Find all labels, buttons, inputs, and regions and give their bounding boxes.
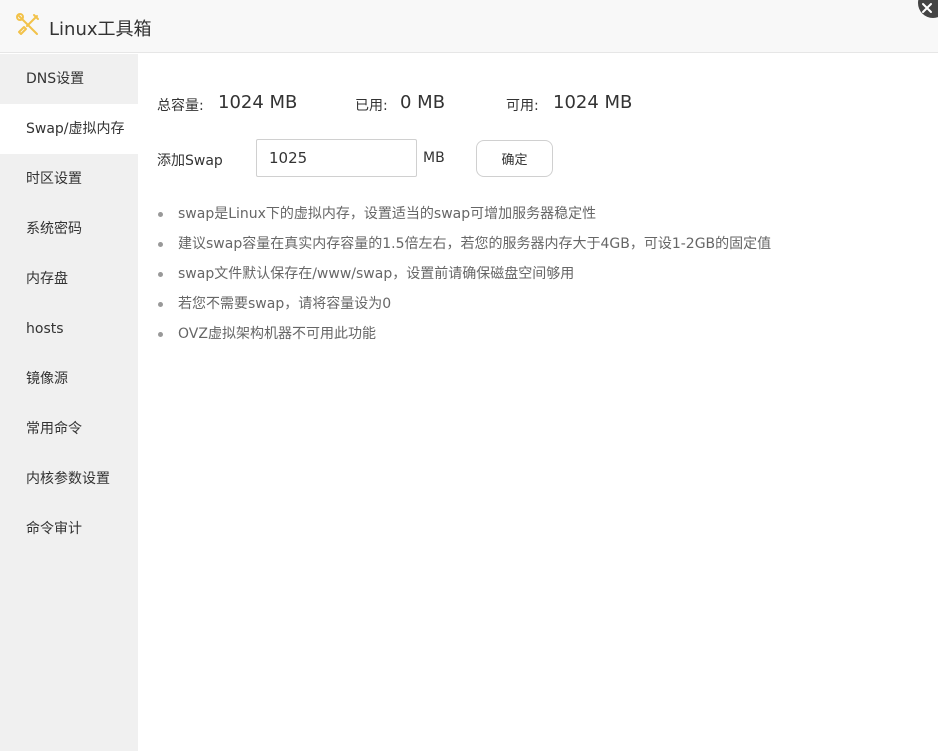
total-capacity-label: 总容量: xyxy=(157,98,204,114)
linux-toolbox-window: Linux工具箱 DNS设置 Swap/虚拟内存 时区设置 系统密码 内存盘 h… xyxy=(0,0,938,751)
used-label: 已用: xyxy=(355,98,388,114)
tip-text: OVZ虚拟架构机器不可用此功能 xyxy=(178,326,376,342)
sidebar-item-dns[interactable]: DNS设置 xyxy=(0,54,138,104)
sidebar-item-hosts[interactable]: hosts xyxy=(0,304,138,354)
swap-unit-label: MB xyxy=(423,150,445,166)
list-item: swap文件默认保存在/www/swap，设置前请确保磁盘空间够用 xyxy=(157,259,771,289)
list-item: 建议swap容量在真实内存容量的1.5倍左右，若您的服务器内存大于4GB，可设1… xyxy=(157,229,771,259)
available-label: 可用: xyxy=(506,98,539,114)
add-swap-label: 添加Swap xyxy=(157,153,223,169)
swap-size-input[interactable] xyxy=(256,139,417,177)
tools-icon xyxy=(15,12,41,38)
bullet-icon xyxy=(158,212,163,217)
window-title: Linux工具箱 xyxy=(49,19,152,40)
used-value: 0 MB xyxy=(400,92,446,113)
bullet-icon xyxy=(158,302,163,307)
list-item: 若您不需要swap，请将容量设为0 xyxy=(157,289,771,319)
sidebar-item-kernel-params[interactable]: 内核参数设置 xyxy=(0,454,138,504)
title-bar: Linux工具箱 xyxy=(0,0,938,53)
tip-text: swap文件默认保存在/www/swap，设置前请确保磁盘空间够用 xyxy=(178,266,575,282)
sidebar: DNS设置 Swap/虚拟内存 时区设置 系统密码 内存盘 hosts 镜像源 … xyxy=(0,54,138,751)
confirm-button[interactable]: 确定 xyxy=(476,140,553,177)
bullet-icon xyxy=(158,242,163,247)
tip-text: 建议swap容量在真实内存容量的1.5倍左右，若您的服务器内存大于4GB，可设1… xyxy=(178,236,772,252)
sidebar-item-timezone[interactable]: 时区设置 xyxy=(0,154,138,204)
sidebar-item-mirror[interactable]: 镜像源 xyxy=(0,354,138,404)
close-icon xyxy=(922,3,932,13)
sidebar-item-swap[interactable]: Swap/虚拟内存 xyxy=(0,104,138,154)
tips-list: swap是Linux下的虚拟内存，设置适当的swap可增加服务器稳定性 建议sw… xyxy=(157,199,771,349)
total-capacity-value: 1024 MB xyxy=(218,92,298,113)
swap-panel: 总容量: 1024 MB 已用: 0 MB 可用: 1024 MB 添加Swap… xyxy=(138,54,938,751)
list-item: swap是Linux下的虚拟内存，设置适当的swap可增加服务器稳定性 xyxy=(157,199,771,229)
bullet-icon xyxy=(158,332,163,337)
available-value: 1024 MB xyxy=(553,92,633,113)
sidebar-item-common-commands[interactable]: 常用命令 xyxy=(0,404,138,454)
list-item: OVZ虚拟架构机器不可用此功能 xyxy=(157,319,771,349)
close-button[interactable] xyxy=(918,0,938,18)
sidebar-item-system-password[interactable]: 系统密码 xyxy=(0,204,138,254)
bullet-icon xyxy=(158,272,163,277)
sidebar-item-ramdisk[interactable]: 内存盘 xyxy=(0,254,138,304)
sidebar-item-command-audit[interactable]: 命令审计 xyxy=(0,504,138,554)
tip-text: 若您不需要swap，请将容量设为0 xyxy=(178,296,392,312)
tip-text: swap是Linux下的虚拟内存，设置适当的swap可增加服务器稳定性 xyxy=(178,206,597,222)
